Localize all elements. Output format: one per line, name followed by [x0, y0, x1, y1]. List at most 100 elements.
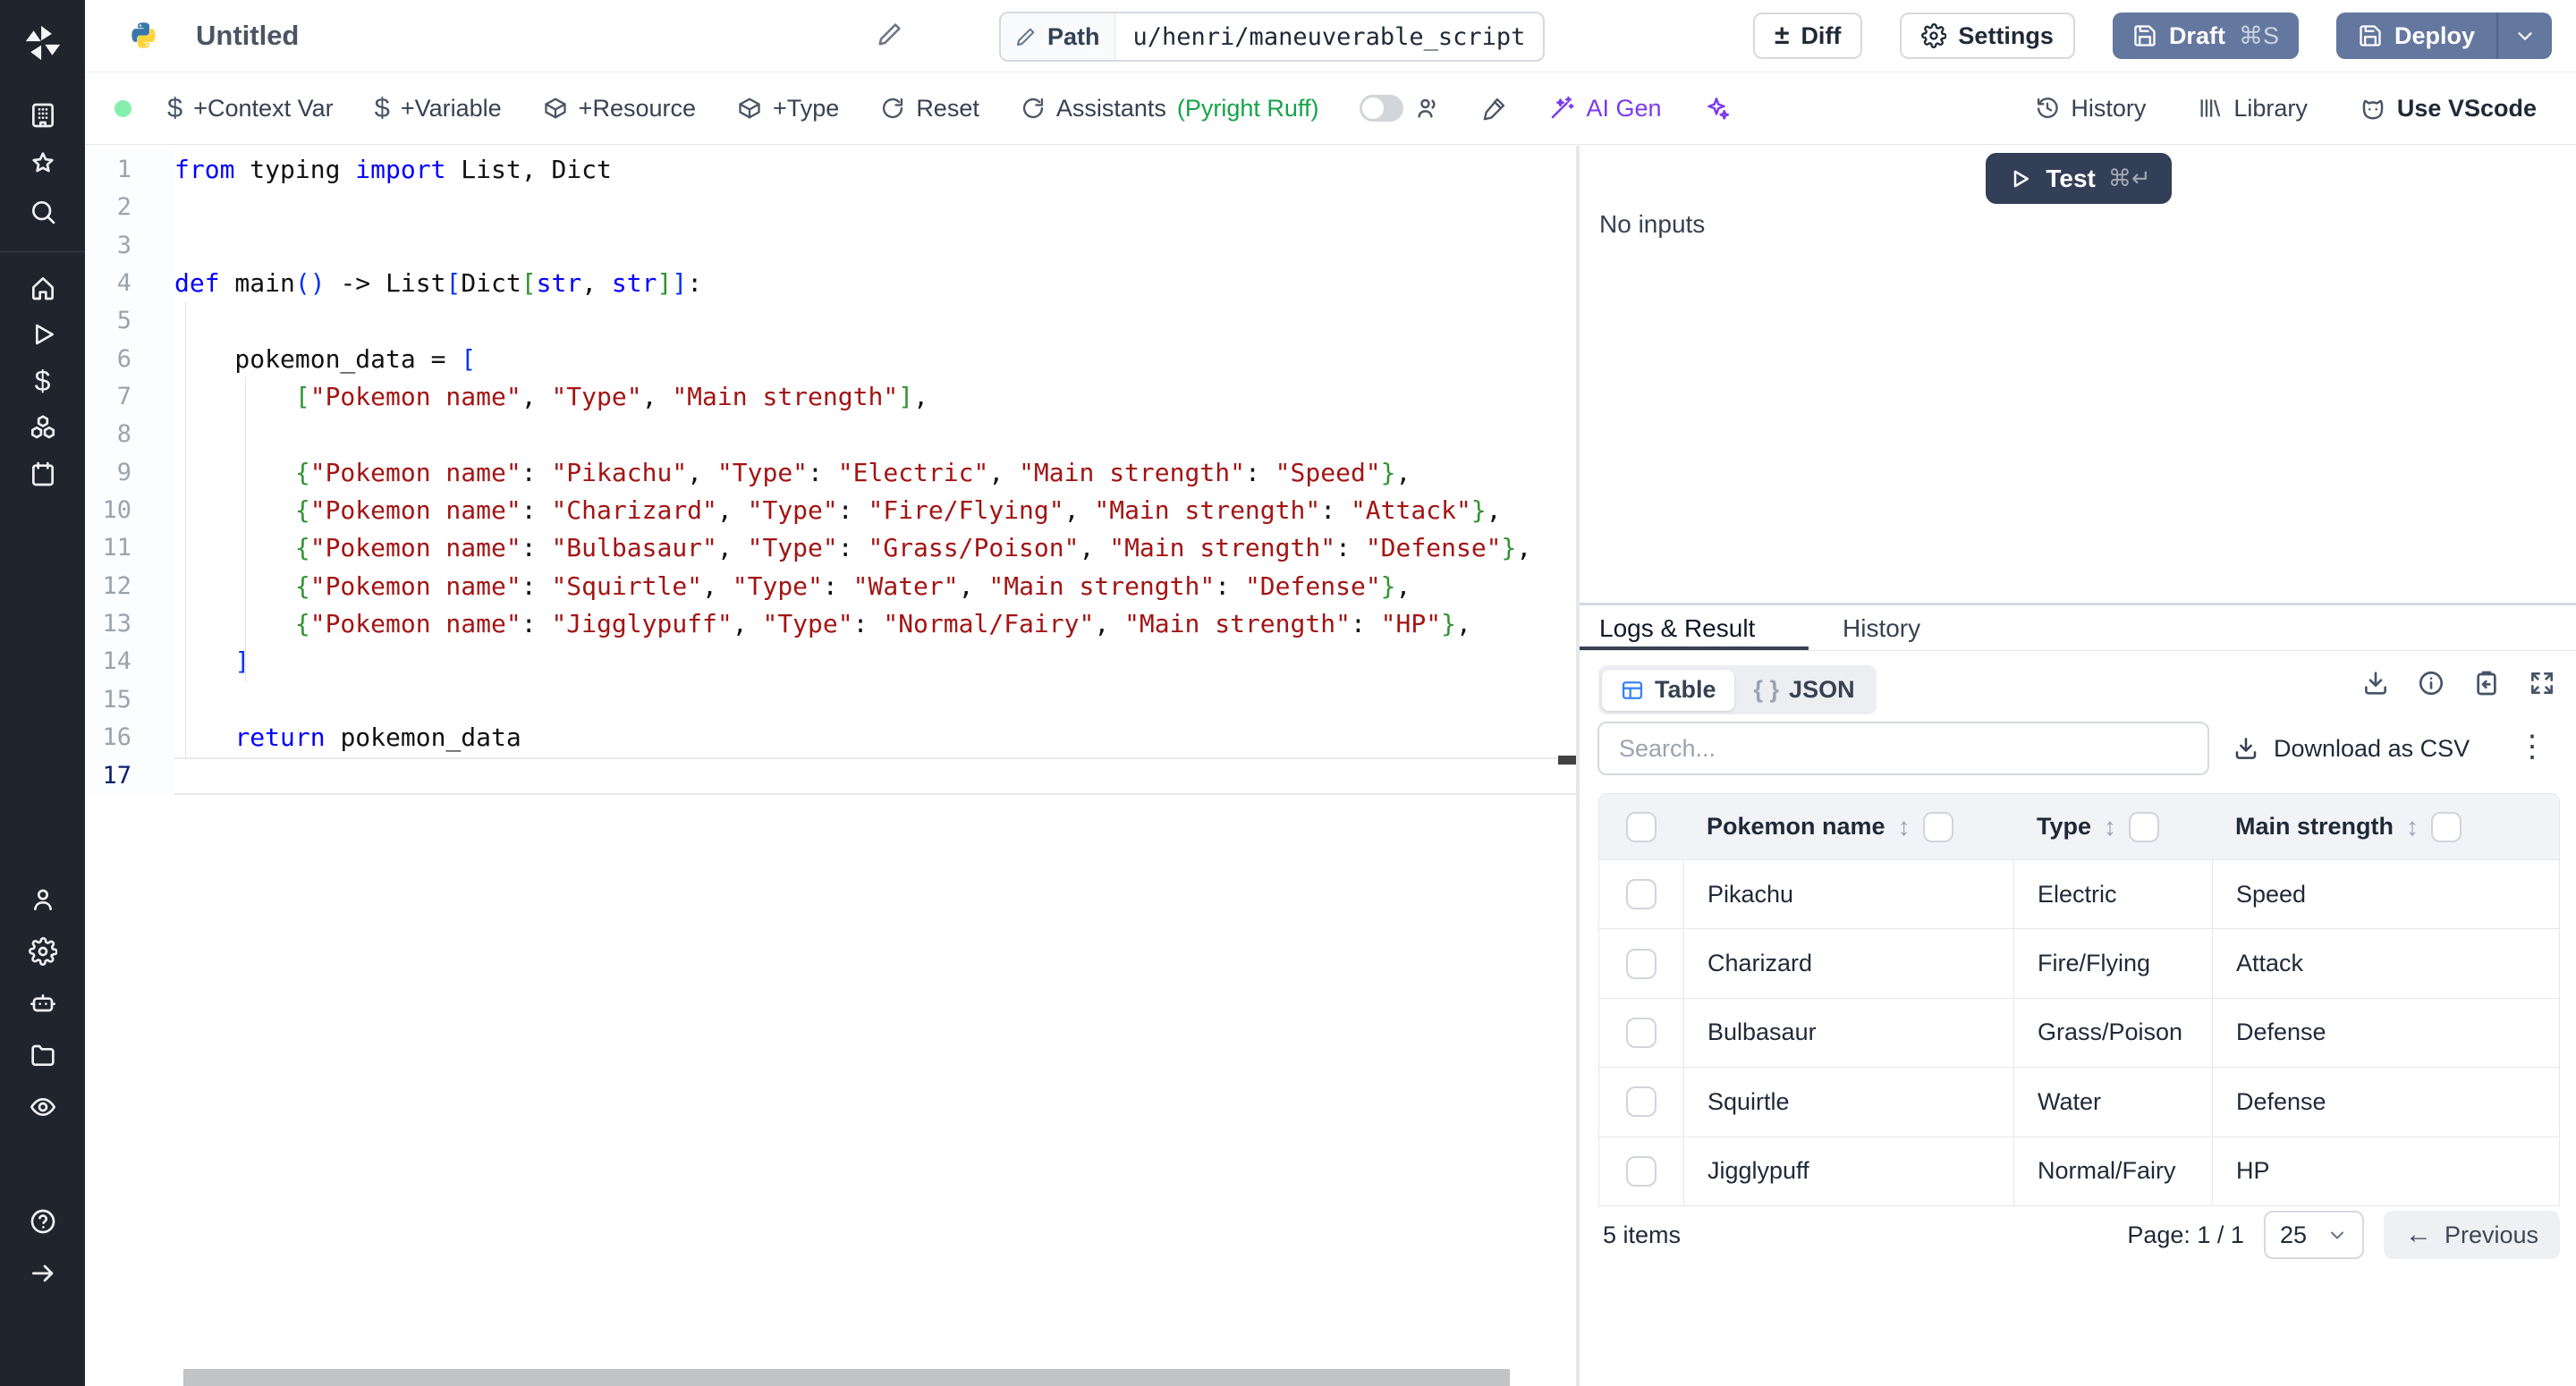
code-line-16[interactable]: 16 return pokemon_data	[85, 719, 1576, 756]
chevron-down-icon	[2326, 1224, 2348, 1246]
sidebar-eye-icon[interactable]	[27, 1091, 59, 1123]
sidebar-star-icon[interactable]	[27, 148, 59, 180]
view-table-button[interactable]: Table	[1602, 670, 1734, 711]
settings-button[interactable]: Settings	[1900, 13, 2075, 59]
code-line-17[interactable]: 17	[85, 757, 1576, 795]
draft-shortcut: ⌘S	[2239, 22, 2279, 50]
copy-clipboard-icon[interactable]	[2472, 669, 2501, 697]
reset-button[interactable]: Reset	[880, 95, 979, 123]
table-row[interactable]: CharizardFire/FlyingAttack	[1599, 928, 2559, 997]
deploy-button[interactable]: Deploy	[2336, 13, 2496, 59]
add-type-label: +Type	[773, 95, 839, 123]
previous-page-button[interactable]: ← Previous	[2384, 1211, 2560, 1259]
column-header-type[interactable]: Type↕	[2013, 794, 2212, 859]
code-line-4[interactable]: 4def main() -> List[Dict[str, str]]:	[85, 265, 1576, 302]
code-line-5[interactable]: 5	[85, 302, 1576, 340]
add-variable-button[interactable]: $ +Variable	[375, 92, 502, 124]
line-number: 14	[85, 643, 174, 680]
code-line-7[interactable]: 7 ["Pokemon name", "Type", "Main strengt…	[85, 378, 1576, 416]
library-button[interactable]: Library	[2198, 95, 2308, 123]
sort-icon[interactable]: ↕	[1898, 813, 1911, 841]
code-line-11[interactable]: 11 {"Pokemon name": "Bulbasaur", "Type":…	[85, 529, 1576, 567]
view-table-label: Table	[1655, 676, 1716, 704]
column-header-main-strength[interactable]: Main strength↕	[2212, 794, 2561, 859]
row-checkbox[interactable]	[1626, 1156, 1657, 1187]
expand-icon[interactable]	[2528, 669, 2556, 697]
row-checkbox[interactable]	[1626, 879, 1657, 909]
add-context-var-button[interactable]: $ +Context Var	[167, 92, 334, 124]
sidebar-play-icon[interactable]	[27, 318, 59, 351]
code-line-1[interactable]: 1from typing import List, Dict	[85, 151, 1576, 189]
column-filter-checkbox[interactable]	[1923, 812, 1953, 842]
diff-label: Diff	[1801, 22, 1841, 50]
download-csv-button[interactable]: Download as CSV	[2233, 729, 2470, 768]
line-content: {"Pokemon name": "Charizard", "Type": "F…	[174, 492, 1576, 529]
sidebar-cubes-icon[interactable]	[27, 411, 59, 444]
page-size-select[interactable]: 25	[2264, 1211, 2364, 1259]
code-line-12[interactable]: 12 {"Pokemon name": "Squirtle", "Type": …	[85, 568, 1576, 605]
code-editor[interactable]: 1from typing import List, Dict234def mai…	[85, 146, 1576, 1386]
toggle-switch[interactable]	[1360, 95, 1403, 122]
search-input[interactable]	[1597, 722, 2209, 775]
test-run-button[interactable]: Test ⌘↵	[1986, 153, 2172, 204]
windmill-logo-icon[interactable]	[0, 0, 85, 85]
code-line-8[interactable]: 8	[85, 416, 1576, 453]
code-line-9[interactable]: 9 {"Pokemon name": "Pikachu", "Type": "E…	[85, 454, 1576, 492]
code-line-10[interactable]: 10 {"Pokemon name": "Charizard", "Type":…	[85, 492, 1576, 529]
sidebar-arrowRight-icon[interactable]	[27, 1257, 59, 1289]
draft-button[interactable]: Draft ⌘S	[2113, 13, 2299, 59]
code-line-3[interactable]: 3	[85, 227, 1576, 265]
sidebar-help-icon[interactable]	[27, 1205, 59, 1238]
sidebar-calendar-icon[interactable]	[27, 458, 59, 490]
sort-icon[interactable]: ↕	[2104, 813, 2116, 841]
sidebar-robot-icon[interactable]	[27, 987, 59, 1019]
sidebar-user-icon[interactable]	[27, 883, 59, 916]
sidebar-dollar-icon[interactable]: $	[27, 365, 59, 397]
view-json-button[interactable]: { } JSON	[1736, 670, 1873, 711]
table-row[interactable]: SquirtleWaterDefense	[1599, 1067, 2559, 1136]
code-line-6[interactable]: 6 pokemon_data = [	[85, 341, 1576, 378]
add-resource-button[interactable]: +Resource	[543, 95, 696, 123]
column-header-pokemon-name[interactable]: Pokemon name↕	[1683, 794, 2013, 859]
tab-logs-result[interactable]: Logs & Result	[1599, 614, 1755, 643]
path-field[interactable]: Path u/henri/maneuverable_script	[999, 12, 1545, 62]
info-icon[interactable]	[2417, 669, 2445, 697]
download-result-icon[interactable]	[2361, 669, 2390, 697]
code-line-2[interactable]: 2	[85, 189, 1576, 226]
column-filter-checkbox[interactable]	[2129, 812, 2159, 842]
format-button[interactable]	[1482, 96, 1507, 121]
sidebar-folder-icon[interactable]	[27, 1039, 59, 1071]
more-options-kebab-icon[interactable]: ⋮	[2517, 729, 2547, 765]
table-row[interactable]: PikachuElectricSpeed	[1599, 859, 2559, 928]
table-row[interactable]: JigglypuffNormal/FairyHP	[1599, 1137, 2559, 1205]
assistants-label: Assistants	[1056, 95, 1166, 123]
column-filter-checkbox[interactable]	[2431, 812, 2462, 842]
sidebar-search-icon[interactable]	[27, 196, 59, 228]
assistants-button[interactable]: Assistants (Pyright Ruff)	[1021, 95, 1319, 123]
add-type-button[interactable]: +Type	[737, 95, 839, 123]
select-all-checkbox[interactable]	[1626, 812, 1657, 842]
horizontal-scrollbar-thumb[interactable]	[183, 1369, 1510, 1386]
sidebar-building-icon[interactable]	[27, 99, 59, 131]
row-checkbox[interactable]	[1626, 1018, 1657, 1048]
sidebar-home-icon[interactable]	[27, 272, 59, 304]
sort-icon[interactable]: ↕	[2406, 813, 2419, 841]
deploy-dropdown-button[interactable]	[2496, 13, 2552, 59]
tab-history[interactable]: History	[1843, 614, 1920, 643]
code-line-13[interactable]: 13 {"Pokemon name": "Jigglypuff", "Type"…	[85, 605, 1576, 643]
diff-button[interactable]: ± Diff	[1753, 13, 1862, 59]
history-button[interactable]: History	[2035, 95, 2146, 123]
row-checkbox[interactable]	[1626, 949, 1657, 979]
edit-title-pencil-icon[interactable]	[877, 21, 903, 52]
ai-sparkles-button[interactable]	[1703, 95, 1730, 122]
code-line-14[interactable]: 14 ]	[85, 643, 1576, 680]
row-checkbox[interactable]	[1626, 1086, 1657, 1117]
page-indicator: Page: 1 / 1	[2127, 1221, 2244, 1249]
path-value[interactable]: u/henri/maneuverable_script	[1115, 13, 1544, 60]
ai-gen-button[interactable]: AI Gen	[1548, 95, 1661, 123]
sidebar-gear-icon[interactable]	[27, 935, 59, 968]
code-line-15[interactable]: 15	[85, 681, 1576, 719]
table-row[interactable]: BulbasaurGrass/PoisonDefense	[1599, 998, 2559, 1067]
row-checkbox-cell	[1599, 999, 1683, 1067]
use-vscode-button[interactable]: Use VScode	[2360, 95, 2537, 123]
